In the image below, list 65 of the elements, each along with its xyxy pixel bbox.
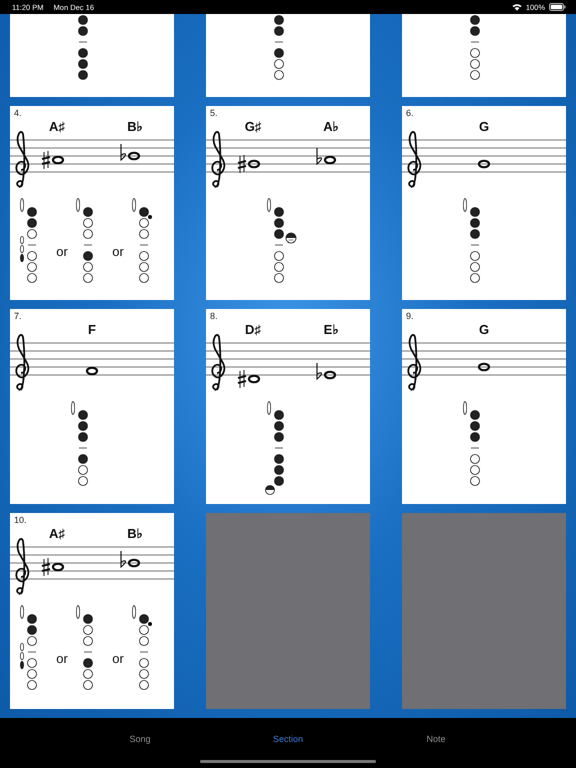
card-number: 5. xyxy=(209,107,218,118)
note-name: A♯ xyxy=(49,526,65,540)
thumb-key-dot xyxy=(148,622,152,626)
whole-note xyxy=(52,562,64,572)
card-number: 9. xyxy=(405,310,414,321)
card-number: 8. xyxy=(209,310,218,321)
thumb-key-dot xyxy=(148,215,152,219)
whole-note xyxy=(248,160,260,168)
or-label: or xyxy=(56,650,68,666)
sharp-sign xyxy=(238,370,246,388)
or-label: or xyxy=(112,244,124,258)
fingering-card[interactable]: 9. G xyxy=(402,309,566,504)
low-key-icon xyxy=(265,485,275,495)
treble-clef-icon xyxy=(407,131,422,188)
note-name: F xyxy=(88,322,96,336)
treble-clef-icon xyxy=(211,334,226,390)
sharp-sign xyxy=(42,150,50,170)
treble-clef-icon xyxy=(407,334,422,390)
or-label: or xyxy=(56,244,68,258)
whole-note xyxy=(128,152,140,160)
note-name: A♭ xyxy=(323,118,339,134)
fingering-card[interactable]: 4. A♯ B♭ or or xyxy=(10,106,174,300)
whole-note xyxy=(128,558,140,568)
whole-note xyxy=(86,366,98,376)
fingering-card[interactable] xyxy=(10,14,174,97)
card-number: 10. xyxy=(13,514,27,525)
note-name: D♯ xyxy=(245,322,261,336)
fingering-card[interactable]: 10. A♯ B♭ or or xyxy=(10,513,174,709)
whole-note xyxy=(478,160,490,168)
sharp-sign xyxy=(238,154,246,174)
treble-clef-icon xyxy=(211,131,226,188)
note-name: E♭ xyxy=(324,322,338,336)
card-number: 7. xyxy=(13,310,22,321)
whole-note xyxy=(248,374,260,384)
flat-sign xyxy=(316,148,322,165)
note-name: A♯ xyxy=(49,118,65,134)
treble-clef-icon xyxy=(15,538,30,594)
note-name: G♯ xyxy=(244,118,262,134)
flat-sign xyxy=(120,551,126,568)
tab[interactable]: Section xyxy=(214,734,362,744)
fingering-card[interactable]: 7. F xyxy=(10,309,174,504)
note-name: G xyxy=(478,118,490,134)
wifi-icon xyxy=(512,3,522,11)
fingering-card[interactable]: 5. G♯ A♭ xyxy=(206,106,370,300)
card-number: 4. xyxy=(13,107,22,118)
treble-clef-icon xyxy=(15,131,30,188)
tab[interactable]: Note xyxy=(362,734,510,744)
fingering-card[interactable]: 6. G xyxy=(402,106,566,300)
note-name: G xyxy=(478,322,490,336)
tab[interactable]: Song xyxy=(66,734,214,744)
fingering-card[interactable]: 8. D♯ E♭ xyxy=(206,309,370,504)
or-label: or xyxy=(112,650,124,666)
whole-note xyxy=(324,156,336,164)
note-name: B♭ xyxy=(127,118,143,134)
flat-sign xyxy=(316,363,322,380)
flat-sign xyxy=(120,144,126,161)
treble-clef-icon xyxy=(15,334,30,390)
whole-note xyxy=(52,156,64,164)
note-name: B♭ xyxy=(127,526,143,540)
side-key-icon xyxy=(286,232,296,244)
sharp-sign xyxy=(42,558,50,576)
battery-icon xyxy=(549,3,566,11)
whole-note xyxy=(478,362,490,372)
whole-note xyxy=(324,370,336,380)
card-number: 6. xyxy=(405,107,414,118)
